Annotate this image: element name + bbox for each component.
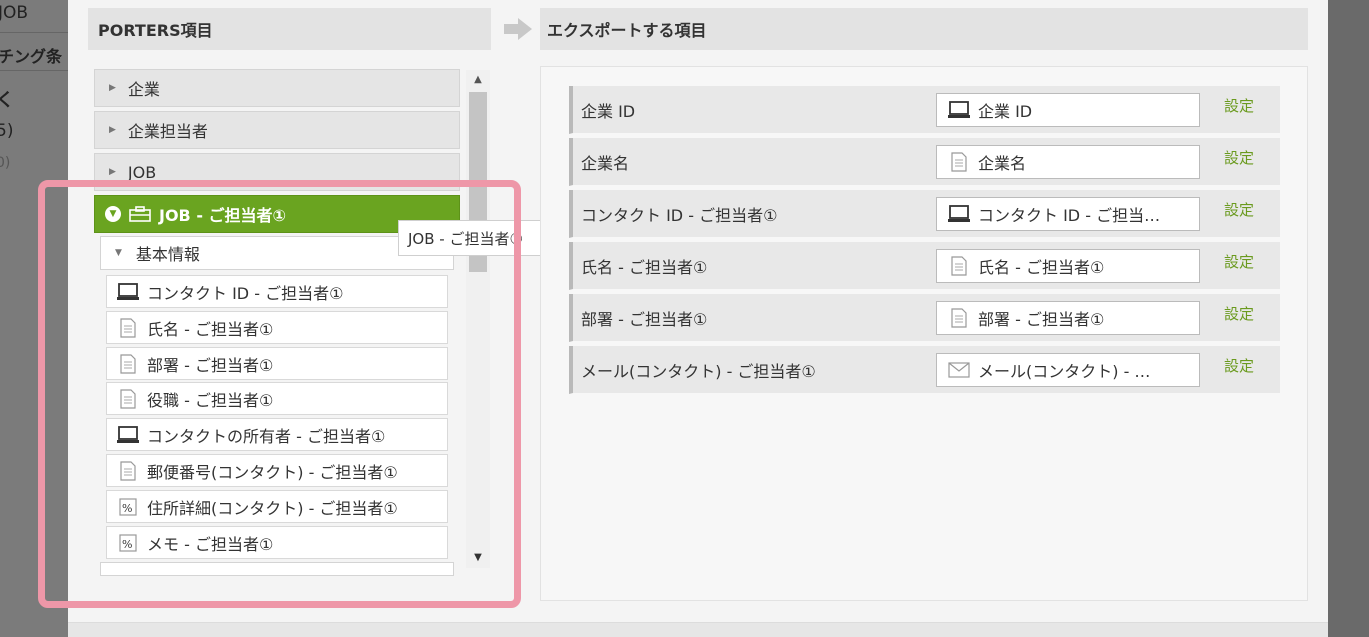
divider (0, 32, 68, 33)
export-row: メール(コンタクト) - ご担当者① メール(コンタクト) - … 設定 (569, 346, 1280, 394)
scroll-up-icon[interactable]: ▲ (466, 70, 490, 90)
computer-icon (947, 204, 971, 224)
document-icon (947, 256, 971, 276)
background-text: JOB (0, 3, 29, 23)
caret-right-icon: ▶ (109, 83, 116, 93)
tree-category-label: 企業 (127, 80, 160, 99)
export-row-field-label: メール(コンタクト) - … (978, 362, 1151, 381)
export-row-field[interactable]: 氏名 - ご担当者① (936, 249, 1200, 283)
overlay-shade (1328, 0, 1369, 637)
export-row-field[interactable]: コンタクト ID - ご担当… (936, 197, 1200, 231)
export-row-field-label: 氏名 - ご担当者① (978, 258, 1105, 277)
tree-category-label: 企業担当者 (127, 122, 208, 141)
export-row-field[interactable]: メール(コンタクト) - … (936, 353, 1200, 387)
export-row-label: 企業 ID (581, 102, 636, 121)
caret-right-icon: ▶ (109, 167, 116, 177)
export-row: 氏名 - ご担当者① 氏名 - ご担当者① 設定 (569, 242, 1280, 290)
export-items-header: エクスポートする項目 (540, 8, 1308, 50)
caret-right-icon: ▶ (109, 125, 116, 135)
porters-items-header: PORTERS項目 (88, 8, 491, 50)
export-row-field[interactable]: 企業名 (936, 145, 1200, 179)
export-item-list: 企業 ID 企業 ID 設定 企業名 企業名 設定 コンタクト ID - ご担当… (540, 66, 1308, 601)
tree-category-company-contact[interactable]: ▶ 企業担当者 (94, 111, 460, 149)
mail-icon (947, 360, 971, 380)
settings-link[interactable]: 設定 (1224, 355, 1254, 376)
export-row: 部署 - ご担当者① 部署 - ご担当者① 設定 (569, 294, 1280, 342)
settings-link[interactable]: 設定 (1224, 251, 1254, 272)
export-row-field[interactable]: 企業 ID (936, 93, 1200, 127)
export-row: 企業 ID 企業 ID 設定 (569, 86, 1280, 134)
settings-link[interactable]: 設定 (1224, 199, 1254, 220)
background-text: 0) (0, 155, 11, 171)
export-row-label: メール(コンタクト) - ご担当者① (581, 362, 816, 381)
tree-category-label: JOB (127, 162, 157, 182)
divider (0, 70, 68, 71)
export-row: コンタクト ID - ご担当者① コンタクト ID - ご担当… 設定 (569, 190, 1280, 238)
document-icon (947, 308, 971, 328)
background-text: く (0, 90, 14, 111)
settings-link[interactable]: 設定 (1224, 303, 1254, 324)
export-row-field-label: コンタクト ID - ご担当… (978, 206, 1161, 225)
arrow-right-icon (504, 18, 532, 40)
background-text: チング条 (0, 47, 63, 66)
export-row-label: コンタクト ID - ご担当者① (581, 206, 778, 225)
export-row-label: 部署 - ご担当者① (581, 310, 708, 329)
export-row-field[interactable]: 部署 - ご担当者① (936, 301, 1200, 335)
export-row: 企業名 企業名 設定 (569, 138, 1280, 186)
tree-category-company[interactable]: ▶ 企業 (94, 69, 460, 107)
background-text: 5) (0, 121, 14, 141)
export-row-label: 氏名 - ご担当者① (581, 258, 708, 277)
settings-link[interactable]: 設定 (1224, 147, 1254, 168)
highlight-box (38, 180, 521, 608)
computer-icon (947, 100, 971, 120)
settings-link[interactable]: 設定 (1224, 95, 1254, 116)
export-row-field-label: 企業 ID (978, 102, 1033, 121)
export-row-field-label: 企業名 (978, 154, 1027, 173)
export-row-field-label: 部署 - ご担当者① (978, 310, 1105, 329)
modal-footer (68, 622, 1328, 637)
export-row-label: 企業名 (581, 154, 630, 173)
document-icon (947, 152, 971, 172)
